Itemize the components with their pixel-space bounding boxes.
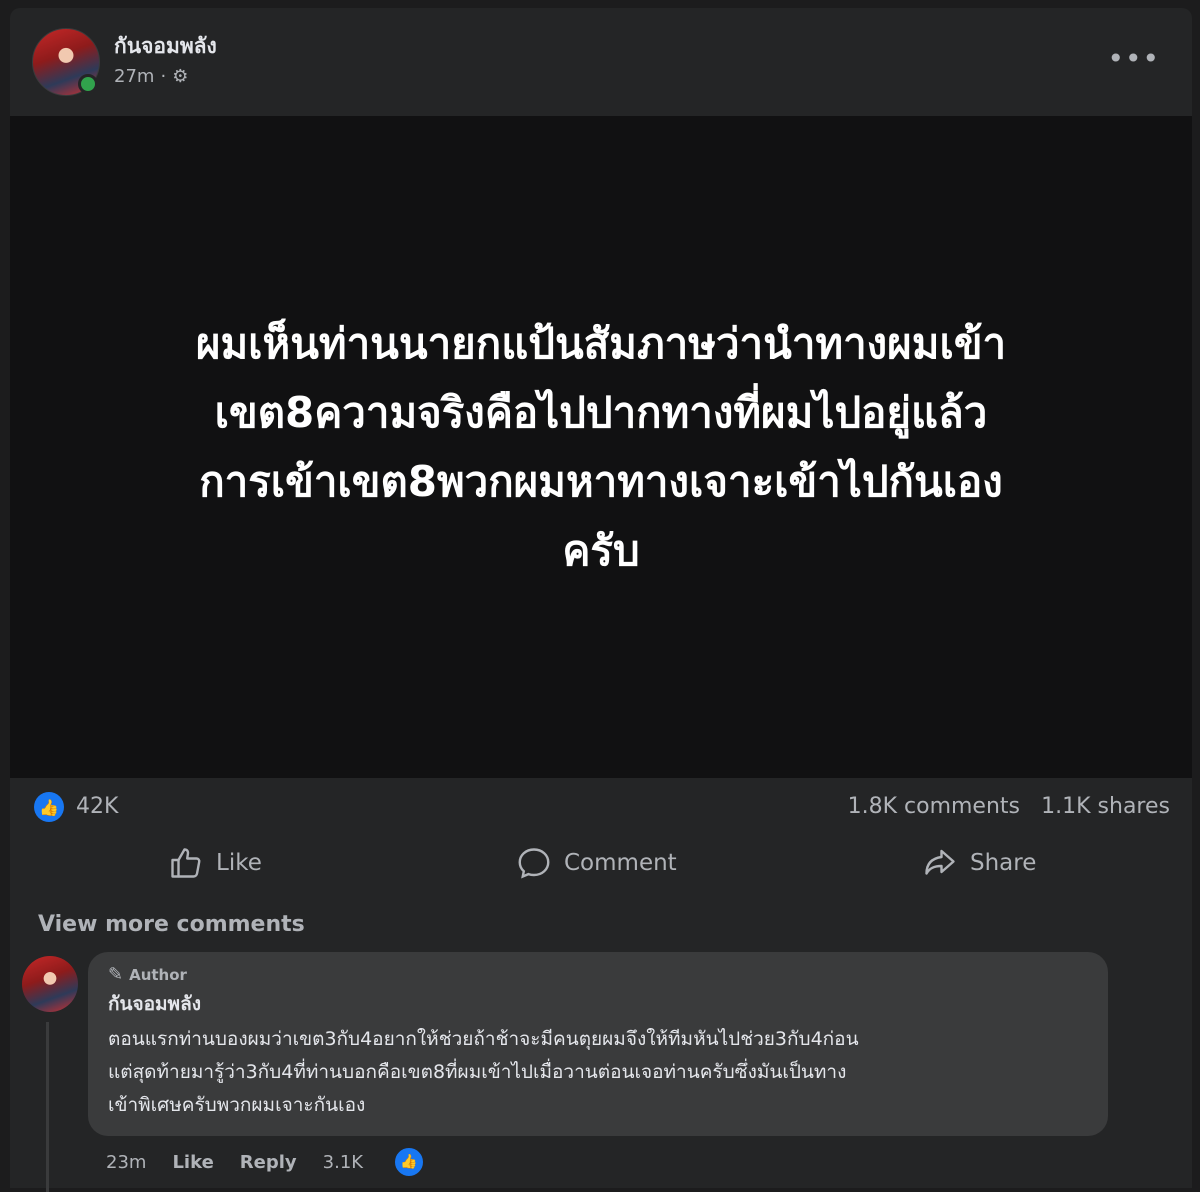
post-time[interactable]: 27m [114,66,154,87]
comment-reactions[interactable]: 3.1K 👍 [322,1146,426,1178]
post-stats: 👍 42K 1.8K comments 1.1K shares [10,788,1192,830]
like-reaction-icon: 👍 [393,1146,426,1178]
online-status-dot [78,74,98,94]
post-author-name[interactable]: กันจอมพลัง [114,30,217,63]
shares-count[interactable]: 1.1K shares [1041,794,1170,819]
share-label: Share [970,850,1037,876]
comment-text: ตอนแรกท่านบองผมว่าเขต3กับ4อยากให้ช่วยถ้า… [108,1023,1088,1122]
more-options-button[interactable]: ••• [1107,42,1160,75]
image-text-line: ครับ [562,526,640,575]
comment-thread-line [46,1022,49,1192]
comment-bubble-icon [518,848,550,879]
reaction-count[interactable]: 42K [76,794,118,819]
comment-time[interactable]: 23m [106,1152,146,1173]
post-actions: Like Comment Share [10,838,1192,888]
author-badge-label: Author [129,965,187,984]
gear-icon[interactable]: ⚙ [172,66,188,87]
thumbs-up-icon [171,848,201,878]
like-button[interactable]: Like [168,838,262,888]
comment-bubble: ✎ Author กันจอมพลัง ตอนแรกท่านบองผมว่าเข… [88,952,1108,1136]
pencil-icon: ✎ [108,964,124,985]
like-reaction-icon[interactable]: 👍 [34,792,64,822]
image-text-line: ผมเห็นท่านนายกแป้นสัมภาษว่านำทางผมเข้า [195,319,1007,368]
comment-avatar-image [22,956,78,1012]
comment-footer: 23m Like Reply 3.1K 👍 [106,1146,426,1178]
image-text-line: การเข้าเขต8พวกผมหาทางเจาะเข้าไปกันเอง [199,457,1003,506]
post-header: กันจอมพลัง 27m · ⚙ ••• [10,8,1192,116]
meta-separator: · [160,66,167,87]
comment-text-line: เข้าพิเศษครับพวกผมเจาะกันเอง [108,1094,366,1116]
comment-author-name[interactable]: กันจอมพลัง [108,989,1088,1019]
image-text-line: เขต8ความจริงคือไปปากทางที่ผมไปอยู่แล้ว [214,388,988,437]
post-image-text: ผมเห็นท่านนายกแป้นสัมภาษว่านำทางผมเข้า เ… [71,309,1131,585]
comment-text-line: แต่สุดท้ายมารู้ว่า3กับ4ที่ท่านบอกคือเขต8… [108,1061,847,1083]
comment-label: Comment [564,850,677,876]
comments-count[interactable]: 1.8K comments [848,794,1020,819]
post-image[interactable]: ผมเห็นท่านนายกแป้นสัมภาษว่านำทางผมเข้า เ… [10,116,1192,778]
author-avatar[interactable] [32,28,100,96]
author-badge: ✎ Author [108,964,1088,985]
view-more-comments-link[interactable]: View more comments [38,912,305,937]
like-label: Like [216,850,262,876]
comment-reply-button[interactable]: Reply [240,1152,297,1173]
share-arrow-icon [925,849,955,875]
comment-reaction-count: 3.1K [322,1151,364,1173]
share-button[interactable]: Share [922,838,1036,888]
comment-like-button[interactable]: Like [172,1152,213,1173]
comment-button[interactable]: Comment [516,838,677,888]
post-meta: 27m · ⚙ [114,66,188,87]
comment-author-avatar[interactable] [22,956,78,1012]
comment-text-line: ตอนแรกท่านบองผมว่าเขต3กับ4อยากให้ช่วยถ้า… [108,1028,859,1050]
